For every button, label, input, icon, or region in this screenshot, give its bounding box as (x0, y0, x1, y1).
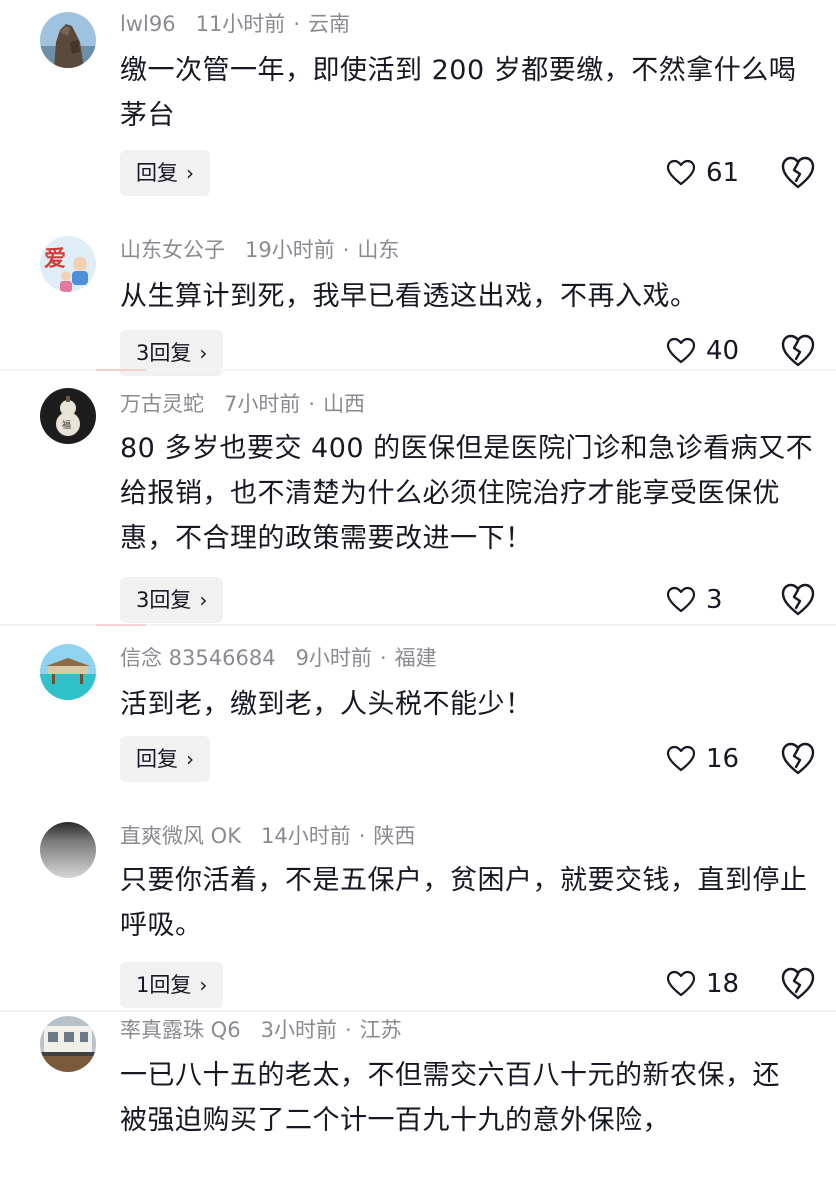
like-button[interactable]: 3 (666, 580, 723, 620)
location: 福建 (394, 646, 437, 670)
screenshot-seam (96, 624, 146, 626)
reply-label: 3回复 (136, 588, 192, 612)
chevron-right-icon: › (186, 747, 194, 771)
comment-text: 活到老，缴到老，人头税不能少！ (120, 689, 533, 720)
broken-heart-icon (781, 742, 815, 775)
reply-button[interactable]: 3回复 › (120, 577, 224, 623)
comment-text: 80 多岁也要交 400 的医保但是医院门诊和急诊看病又不给报销，也不清楚为什么… (120, 433, 814, 554)
location: 江苏 (359, 1018, 402, 1042)
rock-landscape-avatar-icon[interactable] (40, 12, 96, 68)
reply-label: 1回复 (136, 973, 192, 997)
like-count: 18 (706, 969, 740, 999)
broken-heart-icon (781, 156, 815, 189)
heart-icon (666, 586, 696, 613)
username[interactable]: 率真露珠 Q6 (120, 1018, 241, 1042)
username[interactable]: 山东女公子 (120, 238, 225, 262)
like-button[interactable]: 16 (666, 739, 739, 779)
dislike-button[interactable] (780, 155, 816, 191)
love-cartoon-avatar-icon[interactable]: 爱 (40, 236, 96, 292)
comment-meta: lwl96 11小时前 · 云南 (120, 10, 350, 38)
username[interactable]: 信念 83546684 (120, 646, 276, 670)
comment-text: 只要你活着，不是五保户，贫困户，就要交钱，直到停止呼吸。 (120, 865, 808, 941)
username[interactable]: lwl96 (120, 12, 176, 36)
chevron-right-icon: › (199, 973, 208, 997)
broken-heart-icon (781, 583, 815, 616)
heart-icon (666, 159, 696, 186)
location: 山西 (323, 392, 366, 416)
reply-button[interactable]: 回复 › (120, 150, 210, 196)
chevron-right-icon: › (199, 341, 208, 365)
gourd-avatar-icon[interactable]: 福 (40, 388, 96, 444)
broken-heart-icon (781, 334, 815, 367)
svg-text:爱: 爱 (44, 247, 66, 272)
timestamp: 19小时前 (245, 238, 335, 262)
dislike-button[interactable] (780, 333, 816, 369)
location: 山东 (357, 238, 400, 262)
meta-separator: · (344, 1018, 352, 1042)
like-button[interactable]: 40 (666, 331, 739, 371)
comment-meta: 万古灵蛇 7小时前 · 山西 (120, 390, 365, 418)
username[interactable]: 直爽微风 OK (120, 824, 241, 848)
screenshot-seam (0, 1010, 836, 1012)
meta-separator: · (379, 646, 387, 670)
reply-button[interactable]: 回复 › (120, 736, 210, 782)
timestamp: 11小时前 (195, 12, 286, 36)
heart-icon (666, 970, 696, 997)
like-button[interactable]: 18 (666, 964, 739, 1004)
reply-label: 回复 (136, 161, 178, 185)
location: 陕西 (373, 824, 416, 848)
gray-gradient-avatar-icon[interactable] (40, 822, 96, 878)
reply-button[interactable]: 1回复 › (120, 962, 224, 1008)
dislike-button[interactable] (780, 741, 816, 777)
meta-separator: · (342, 238, 350, 262)
meta-separator: · (358, 824, 366, 848)
broken-heart-icon (781, 967, 815, 1000)
meta-separator: · (293, 12, 300, 36)
heart-icon (666, 745, 696, 772)
heart-icon (666, 337, 696, 364)
screenshot-seam (96, 369, 146, 371)
comment-meta: 率真露珠 Q6 3小时前 · 江苏 (120, 1016, 402, 1044)
timestamp: 3小时前 (260, 1018, 337, 1042)
comment-meta: 直爽微风 OK 14小时前 · 陕西 (120, 822, 415, 850)
dislike-button[interactable] (780, 582, 816, 618)
like-count: 40 (706, 336, 740, 366)
comment-meta: 信念 83546684 9小时前 · 福建 (120, 644, 437, 672)
like-count: 61 (706, 158, 740, 188)
svg-text:福: 福 (62, 419, 71, 431)
dislike-button[interactable] (780, 966, 816, 1002)
timestamp: 7小时前 (224, 392, 301, 416)
reply-label: 回复 (136, 747, 178, 771)
location: 云南 (308, 12, 350, 36)
like-button[interactable]: 61 (666, 153, 739, 193)
reply-label: 3回复 (136, 341, 192, 365)
comment-text: 缴一次管一年，即使活到 200 岁都要缴，不然拿什么喝茅台 (120, 55, 797, 131)
timestamp: 9小时前 (295, 646, 372, 670)
username[interactable]: 万古灵蛇 (120, 392, 204, 416)
beach-villa-avatar-icon[interactable] (40, 644, 96, 700)
comment-meta: 山东女公子 19小时前 · 山东 (120, 236, 399, 264)
like-count: 3 (706, 585, 723, 615)
comment-text: 从生算计到死，我早已看透这出戏，不再入戏。 (120, 281, 698, 312)
house-balcony-avatar-icon[interactable] (40, 1016, 96, 1072)
chevron-right-icon: › (186, 161, 194, 185)
like-count: 16 (706, 744, 740, 774)
comment-text: 一已八十五的老太，不但需交六百八十元的新农保，还被强迫购买了二个计一百九十九的意… (120, 1060, 780, 1136)
chevron-right-icon: › (199, 588, 208, 612)
meta-separator: · (308, 392, 316, 416)
timestamp: 14小时前 (260, 824, 351, 848)
